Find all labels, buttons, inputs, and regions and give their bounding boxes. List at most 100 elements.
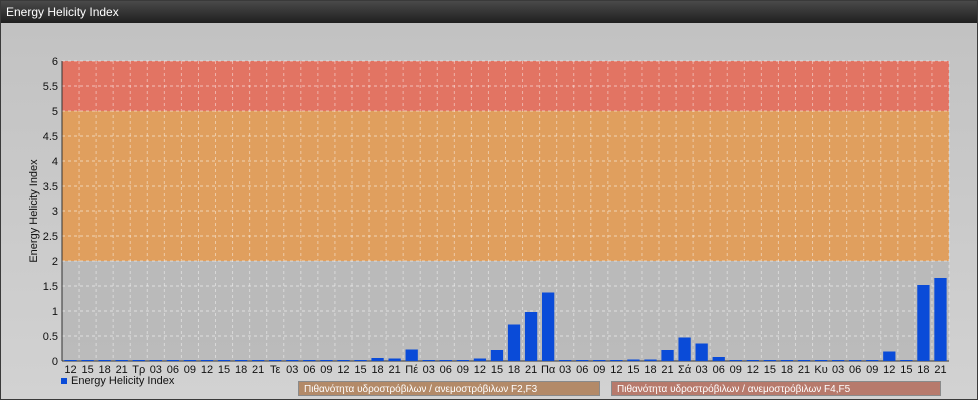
x-tick-label: 03 <box>423 364 435 376</box>
bar <box>98 360 111 361</box>
bar <box>678 337 691 361</box>
x-tick-label: 09 <box>866 364 878 376</box>
x-tick-label: 03 <box>286 364 298 376</box>
bar <box>576 360 589 361</box>
y-tick-label: 1 <box>52 306 58 318</box>
legend-zone-f2f3-label: Πιθανότητα υδροστρόβιλων / ανεμοστρόβιλω… <box>304 384 538 395</box>
x-tick-label: 15 <box>354 364 366 376</box>
chart-svg: 0 0.5 1 1.5 2 2.5 3 3.5 4 4.5 5 5.5 6 Energy Helicity… <box>28 56 950 376</box>
x-tick-label: 09 <box>457 364 469 376</box>
x-tick-label: 18 <box>235 364 247 376</box>
x-tick-label: 06 <box>303 364 315 376</box>
bar <box>371 358 384 361</box>
bar <box>354 360 367 361</box>
x-tick-label: 12 <box>474 364 486 376</box>
y-tick-label: 0.5 <box>43 331 58 343</box>
y-tick-label: 3 <box>52 206 58 218</box>
bar <box>917 285 930 361</box>
x-tick-label: Πα <box>541 364 556 376</box>
y-tick-label: 2.5 <box>43 231 58 243</box>
x-tick-label: 18 <box>644 364 656 376</box>
x-tick-label: 09 <box>730 364 742 376</box>
x-tick-label: 18 <box>508 364 520 376</box>
x-tick-label: 15 <box>627 364 639 376</box>
bar <box>593 360 606 361</box>
window-title: Energy Helicity Index <box>1 1 977 23</box>
x-tick-label: 12 <box>883 364 895 376</box>
bar <box>490 350 504 361</box>
chart-window: Energy Helicity Index 0 0.5 1 1.5 2 2.5 3 3.5 4 4… <box>0 0 978 400</box>
x-tick-label: 18 <box>781 364 793 376</box>
bar <box>388 358 401 361</box>
plot-area-wrapper: 0 0.5 1 1.5 2 2.5 3 3.5 4 4.5 5 5.5 6 Energy Helicity… <box>1 23 977 399</box>
x-tick-label: 06 <box>576 364 588 376</box>
x-tick-label: 09 <box>184 364 196 376</box>
bar <box>473 358 487 361</box>
x-tick-label: Πέ <box>405 364 418 376</box>
y-axis-label: Energy Helicity Index <box>28 159 40 263</box>
bar <box>780 360 794 361</box>
bar <box>729 360 742 361</box>
bar <box>183 360 197 361</box>
y-tick-label: 1.5 <box>43 281 58 293</box>
y-tick-label: 2 <box>52 256 58 268</box>
y-tick-label: 6 <box>52 56 58 68</box>
x-tick-label: 21 <box>252 364 264 376</box>
bar <box>661 350 674 361</box>
x-tick-label: 18 <box>371 364 383 376</box>
bar <box>797 360 811 361</box>
x-tick-label: 18 <box>917 364 929 376</box>
bar <box>337 360 350 361</box>
y-tick-label: 0 <box>52 356 58 368</box>
x-tick-label: 15 <box>900 364 912 376</box>
bar <box>866 360 879 361</box>
x-tick-label: 09 <box>593 364 605 376</box>
legend-zone-f4f5: Πιθανότητα υδροστρόβιλων / ανεμοστρόβιλω… <box>611 381 941 396</box>
bar <box>610 360 623 361</box>
bar <box>542 292 555 361</box>
x-tick-label: 15 <box>218 364 230 376</box>
bar <box>746 360 759 361</box>
bar <box>644 359 657 361</box>
x-tick-label: 12 <box>747 364 759 376</box>
bar <box>303 360 316 361</box>
x-tick-label: 15 <box>764 364 776 376</box>
x-tick-label: 21 <box>525 364 537 376</box>
x-tick-label: 03 <box>696 364 708 376</box>
bar <box>695 343 708 361</box>
bar <box>200 360 214 361</box>
bar <box>456 360 469 361</box>
y-tick-label: 3.5 <box>43 181 58 193</box>
bar <box>166 360 180 361</box>
bar <box>320 360 333 361</box>
x-tick-label: 09 <box>320 364 332 376</box>
bar <box>627 359 640 361</box>
y-tick-label: 5 <box>52 106 58 118</box>
bar <box>814 360 828 361</box>
x-tick-label: 06 <box>713 364 725 376</box>
legend-zone-f4f5-label: Πιθανότητα υδροστρόβιλων / ανεμοστρόβιλω… <box>617 384 851 395</box>
x-tick-label: 12 <box>201 364 213 376</box>
bar <box>883 351 896 361</box>
bar <box>115 360 128 361</box>
bar <box>831 360 845 361</box>
bar <box>286 360 299 361</box>
x-tick-label: 12 <box>337 364 349 376</box>
bar <box>405 349 418 361</box>
bar <box>849 360 862 361</box>
bar <box>422 360 435 361</box>
y-tick-label: 5.5 <box>43 81 58 93</box>
bar <box>712 357 725 361</box>
x-tick-label: 21 <box>389 364 401 376</box>
bar <box>900 360 913 361</box>
bar <box>439 360 452 361</box>
x-tick-label: 15 <box>491 364 503 376</box>
bar <box>507 324 521 361</box>
bar <box>149 360 162 361</box>
legend-swatch <box>61 378 67 385</box>
x-tick-label: 06 <box>440 364 452 376</box>
x-tick-label: Κυ <box>814 364 827 376</box>
x-tick-label: 06 <box>849 364 861 376</box>
x-tick-label: 03 <box>559 364 571 376</box>
bar <box>559 360 572 361</box>
